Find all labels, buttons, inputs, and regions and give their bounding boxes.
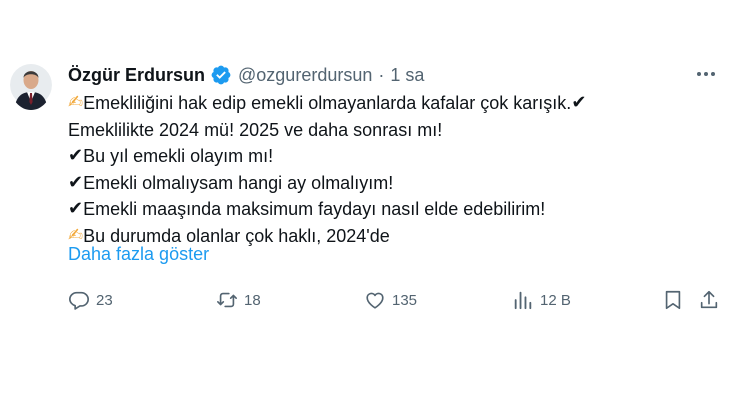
tweet-text: ✍ Emekliliğini hak edip emekli olmayanla… bbox=[68, 90, 718, 249]
verified-badge-icon[interactable] bbox=[210, 64, 232, 86]
tweet-line-3-text: Bu yıl emekli olayım mı! bbox=[83, 146, 274, 166]
timestamp[interactable]: 1 sa bbox=[390, 65, 424, 86]
tweet-card: Özgür Erdursun @ozgurerdursun · 1 sa ✍ E… bbox=[0, 0, 730, 420]
view-count: 12 B bbox=[540, 291, 571, 309]
heart-icon bbox=[366, 292, 384, 309]
reply-count: 23 bbox=[96, 291, 113, 309]
check-mark-icon: ✔ bbox=[571, 92, 587, 113]
tweet-line-3: ✔ Bu yıl emekli olayım mı! bbox=[68, 143, 718, 170]
tweet-line-5-text: Emekli maaşında maksimum faydayı nasıl e… bbox=[83, 199, 546, 219]
tweet-line-1: ✍ Emekliliğini hak edip emekli olmayanla… bbox=[68, 90, 718, 117]
more-options-icon[interactable] bbox=[694, 64, 718, 84]
like-count: 135 bbox=[392, 291, 418, 309]
check-mark-icon: ✔ bbox=[68, 198, 84, 219]
avatar-image bbox=[10, 64, 52, 110]
tweet-line-1-text: Emekliliğini hak edip emekli olmayanlard… bbox=[83, 93, 572, 113]
show-more-link[interactable]: Daha fazla göster bbox=[68, 244, 209, 265]
reply-icon bbox=[69, 291, 89, 310]
tweet-header: Özgür Erdursun @ozgurerdursun · 1 sa bbox=[68, 62, 424, 88]
bookmark-button[interactable] bbox=[662, 286, 690, 314]
tweet-line-4-text: Emekli olmalıysam hangi ay olmalıyım! bbox=[83, 172, 394, 193]
tweet-line-5: ✔ Emekli maaşında maksimum faydayı nasıl… bbox=[68, 196, 718, 223]
tweet-line-2-text: Emeklilikte 2024 mü! 2025 ve daha sonras… bbox=[68, 119, 443, 140]
reply-button[interactable]: 23 bbox=[68, 286, 113, 314]
author-name[interactable]: Özgür Erdursun bbox=[68, 65, 205, 86]
share-button[interactable] bbox=[698, 286, 726, 314]
retweet-button[interactable]: 18 bbox=[216, 286, 261, 314]
tweet-line-4: ✔ Emekli olmalıysam hangi ay olmalıyım! bbox=[68, 170, 718, 197]
views-icon bbox=[514, 291, 532, 310]
separator-dot: · bbox=[378, 64, 385, 85]
like-button[interactable]: 135 bbox=[364, 286, 417, 314]
check-mark-icon: ✔ bbox=[68, 171, 84, 193]
check-mark-icon: ✔ bbox=[68, 145, 84, 166]
retweet-icon bbox=[217, 292, 237, 308]
action-bar: 23 18 135 12 B bbox=[0, 286, 730, 314]
retweet-count: 18 bbox=[244, 291, 261, 309]
views-button[interactable]: 12 B bbox=[512, 286, 571, 314]
tweet-line-2: Emeklilikte 2024 mü! 2025 ve daha sonras… bbox=[68, 117, 718, 144]
bookmark-icon bbox=[665, 290, 681, 310]
share-icon bbox=[700, 290, 718, 309]
avatar[interactable] bbox=[10, 60, 52, 110]
writing-hand-icon: ✍ bbox=[68, 92, 84, 113]
author-handle[interactable]: @ozgurerdursun bbox=[238, 65, 372, 86]
